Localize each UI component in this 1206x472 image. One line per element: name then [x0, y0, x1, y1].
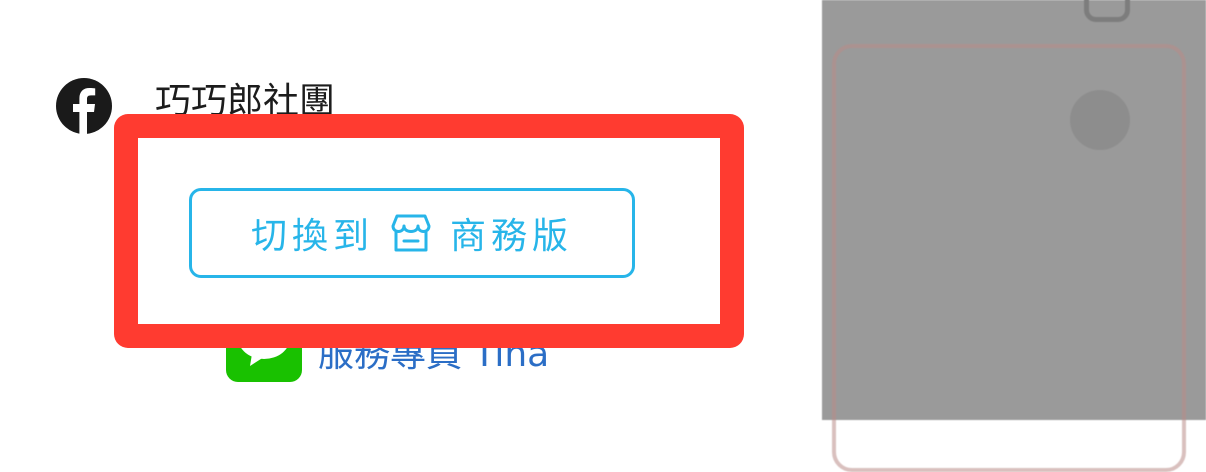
switch-suffix-label: 商務版 [450, 216, 574, 257]
dimmed-background[interactable] [822, 0, 1206, 472]
blurred-icon [1084, 0, 1130, 22]
storefront-icon [391, 214, 431, 252]
menu-panel: 巧巧郎社團 服務專員 Tina 切換到 商務版 [0, 0, 822, 420]
blurred-circle [1070, 90, 1130, 150]
switch-prefix-label: 切換到 [250, 216, 374, 257]
blurred-card-outline [832, 44, 1186, 472]
facebook-group-link[interactable]: 巧巧郎社團 [155, 80, 335, 114]
facebook-icon [56, 78, 112, 134]
switch-to-business-button[interactable]: 切換到 商務版 [189, 188, 635, 278]
